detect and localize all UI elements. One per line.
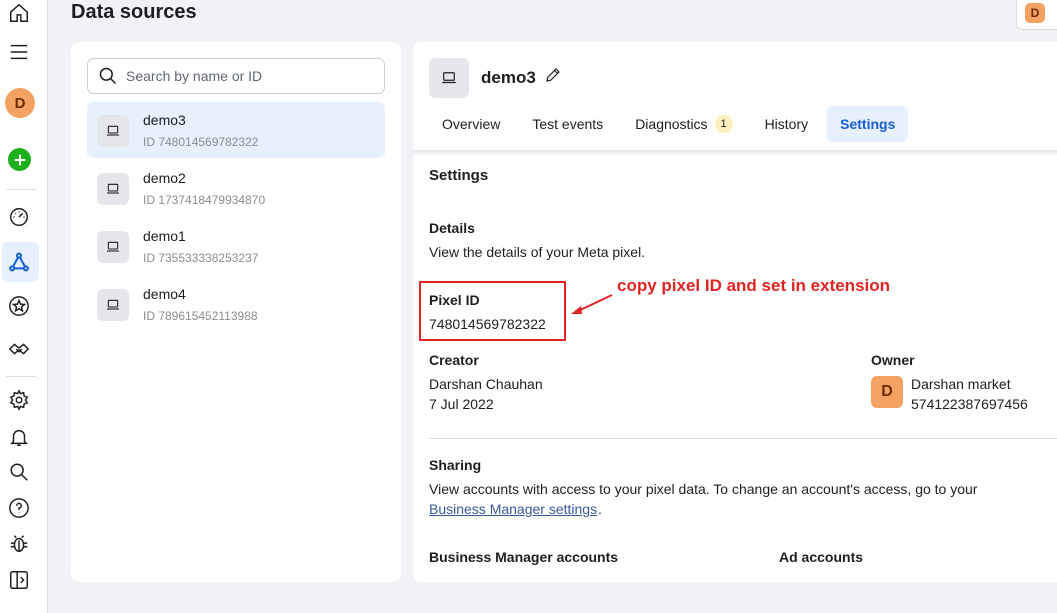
- section-divider: [429, 438, 1057, 439]
- account-avatar: D: [1025, 3, 1045, 23]
- data-sources-icon[interactable]: [6, 249, 32, 275]
- account-switcher[interactable]: D: [1016, 0, 1057, 30]
- search-input[interactable]: [126, 68, 376, 84]
- details-label: Details: [429, 220, 475, 236]
- sharing-description: View accounts with access to your pixel …: [429, 481, 978, 497]
- pixel-id-value: 748014569782322: [429, 316, 546, 332]
- home-icon[interactable]: [6, 0, 32, 26]
- creator-name: Darshan Chauhan: [429, 376, 543, 392]
- avatar[interactable]: D: [5, 88, 35, 118]
- tab-bar-shadow: [413, 150, 1057, 156]
- handshake-icon[interactable]: [6, 336, 32, 362]
- owner-label: Owner: [871, 352, 915, 368]
- rail-divider: [6, 189, 36, 190]
- tab-overview[interactable]: Overview: [429, 106, 513, 142]
- data-source-id: ID 748014569782322: [143, 135, 259, 149]
- owner-avatar: D: [871, 376, 903, 408]
- data-source-id: ID 789615452113988: [143, 309, 258, 323]
- tab-label: Test events: [532, 116, 604, 132]
- search-icon[interactable]: [6, 459, 32, 485]
- owner-id: 574122387697456: [911, 396, 1028, 412]
- business-manager-settings-link[interactable]: Business Manager settings: [429, 501, 597, 517]
- details-description: View the details of your Meta pixel.: [429, 244, 646, 260]
- pixel-id-label: Pixel ID: [429, 292, 480, 308]
- data-source-detail-panel: demo3 Overview Test events Diagnostics 1 …: [413, 42, 1057, 582]
- notifications-icon[interactable]: [6, 424, 32, 450]
- data-source-item[interactable]: demo1 ID 735533338253237: [87, 218, 385, 274]
- owner-name: Darshan market: [911, 376, 1011, 392]
- tab-label: Settings: [840, 116, 896, 132]
- laptop-icon: [429, 58, 469, 98]
- tab-label: History: [764, 116, 809, 132]
- laptop-icon: [97, 115, 129, 147]
- avatar-initial: D: [14, 94, 26, 112]
- laptop-icon: [97, 231, 129, 263]
- diagnostics-count-badge: 1: [714, 115, 733, 133]
- tab-test-events[interactable]: Test events: [519, 106, 616, 142]
- tab-diagnostics[interactable]: Diagnostics 1: [622, 106, 745, 142]
- section-title: Settings: [429, 167, 489, 184]
- search-box[interactable]: [87, 58, 385, 94]
- tab-bar: Overview Test events Diagnostics 1 Histor…: [429, 106, 914, 142]
- pixel-id-highlight-box: [419, 281, 566, 341]
- tab-settings[interactable]: Settings: [827, 106, 909, 142]
- data-source-name: demo3: [143, 112, 186, 128]
- bug-icon[interactable]: [6, 531, 32, 557]
- data-source-id: ID 1737418479934870: [143, 193, 266, 207]
- business-manager-accounts-label: Business Manager accounts: [429, 549, 619, 565]
- data-source-name: demo1: [143, 228, 186, 244]
- left-nav-rail: D: [0, 0, 48, 613]
- sidebar-toggle-icon[interactable]: [6, 567, 32, 593]
- data-source-title: demo3: [481, 68, 536, 87]
- annotation-text: copy pixel ID and set in extension: [617, 276, 891, 295]
- ad-accounts-label: Ad accounts: [779, 549, 864, 565]
- dashboard-icon[interactable]: [6, 204, 32, 230]
- tab-label: Overview: [442, 116, 501, 132]
- rail-divider: [6, 376, 36, 377]
- data-source-item[interactable]: demo2 ID 1737418479934870: [87, 160, 385, 216]
- tab-history[interactable]: History: [752, 106, 822, 142]
- star-icon[interactable]: [6, 293, 32, 319]
- help-icon[interactable]: [6, 495, 32, 521]
- sharing-label: Sharing: [429, 457, 482, 473]
- annotation-arrow-icon: [571, 294, 613, 314]
- tab-label: Diagnostics: [635, 116, 708, 132]
- laptop-icon: [97, 173, 129, 205]
- data-sources-list-panel: demo3 ID 748014569782322 demo2 ID 173741…: [71, 42, 401, 582]
- laptop-icon: [97, 289, 129, 321]
- create-icon[interactable]: [8, 148, 31, 171]
- creator-label: Creator: [429, 352, 479, 368]
- sharing-period: .: [598, 501, 602, 517]
- search-icon: [99, 67, 117, 85]
- data-source-item[interactable]: demo3 ID 748014569782322: [87, 102, 385, 158]
- data-source-name: demo4: [143, 286, 186, 302]
- page-title: Data sources: [71, 1, 197, 23]
- data-source-id: ID 735533338253237: [143, 251, 259, 265]
- data-source-name: demo2: [143, 170, 186, 186]
- creator-date: 7 Jul 2022: [429, 396, 494, 412]
- data-source-item[interactable]: demo4 ID 789615452113988: [87, 276, 385, 332]
- settings-icon[interactable]: [6, 387, 32, 413]
- edit-icon[interactable]: [544, 66, 564, 86]
- menu-icon[interactable]: [6, 39, 32, 65]
